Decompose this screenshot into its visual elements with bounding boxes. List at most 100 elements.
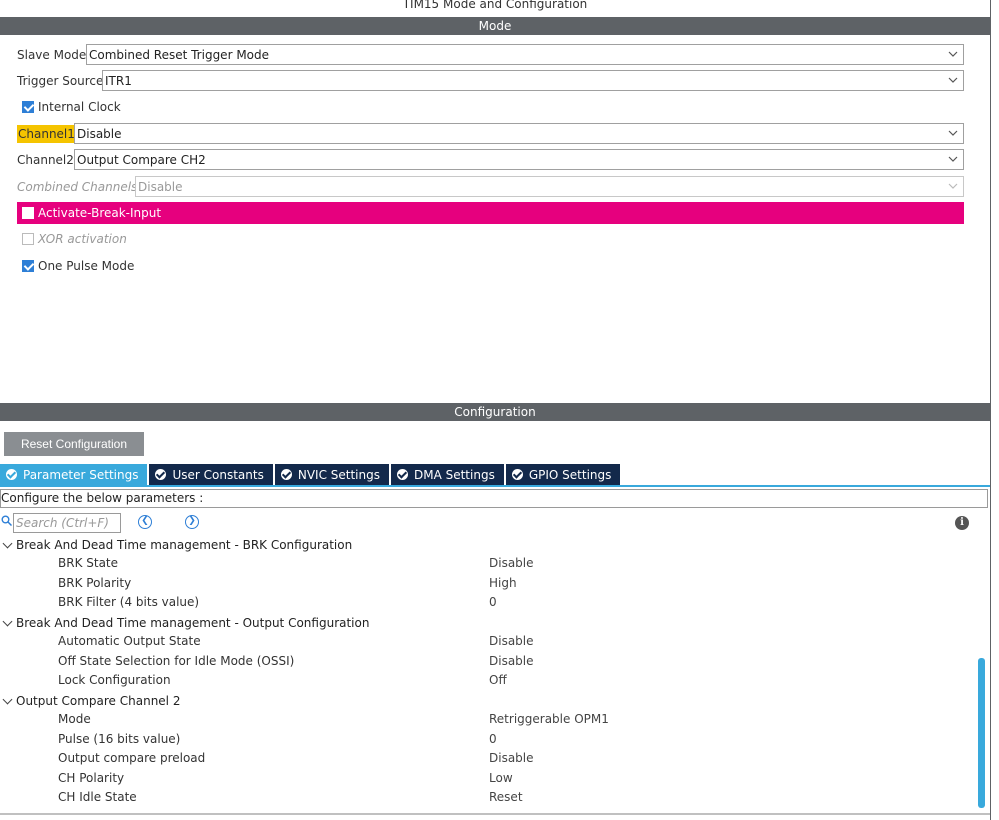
tree-chevron-icon[interactable] <box>2 695 16 707</box>
config-description: Configure the below parameters : <box>0 489 988 508</box>
tree-chevron-icon[interactable] <box>2 617 16 629</box>
activate-break-input-row[interactable]: Activate-Break-Input <box>17 202 964 224</box>
xor-activation-label: XOR activation <box>38 232 127 246</box>
check-circle-icon <box>396 469 408 480</box>
activate-break-input-checkbox[interactable] <box>22 207 34 219</box>
window-title: TIM15 Mode and Configuration <box>402 0 588 11</box>
param-value[interactable]: Retriggerable OPM1 <box>489 710 609 729</box>
combined-channels-value: Disable <box>138 179 183 194</box>
combined-channels-select: Disable <box>135 176 964 197</box>
check-circle-icon <box>155 469 167 480</box>
slave-mode-label: Slave Mode <box>17 48 87 62</box>
tree-group[interactable]: Output Compare Channel 2 <box>0 691 180 710</box>
chevron-down-icon <box>948 77 958 83</box>
slave-mode-select[interactable]: Combined Reset Trigger Mode <box>86 44 964 65</box>
channel2-value: Output Compare CH2 <box>77 152 206 167</box>
trigger-source-label: Trigger Source <box>17 74 104 88</box>
param-value[interactable]: Disable <box>489 652 534 671</box>
param-value[interactable]: Disable <box>489 632 534 651</box>
tab-label: Parameter Settings <box>23 467 139 482</box>
tree-group-title: Break And Dead Time management - BRK Con… <box>16 537 353 552</box>
param-value[interactable]: Disable <box>489 554 534 573</box>
xor-activation-row: XOR activation <box>22 229 127 249</box>
one-pulse-mode-row[interactable]: One Pulse Mode <box>22 256 134 276</box>
channel1-select[interactable]: Disable <box>74 123 964 144</box>
check-circle-icon <box>511 469 523 480</box>
parameter-tree: Break And Dead Time management - BRK Con… <box>0 535 976 810</box>
trigger-source-value: ITR1 <box>105 73 132 88</box>
scrollbar-thumb[interactable] <box>978 658 985 808</box>
search-input[interactable] <box>13 513 121 533</box>
tree-group-title: Break And Dead Time management - Output … <box>16 615 370 630</box>
channel2-row: Channel2 <box>17 149 76 171</box>
reset-configuration-button[interactable]: Reset Configuration <box>4 432 144 456</box>
param-value[interactable]: High <box>489 574 517 593</box>
arrow-left-circle-icon[interactable]: ❮ <box>138 515 152 529</box>
tab-label: NVIC Settings <box>297 467 380 482</box>
window-title-strip: TIM15 Mode and Configuration ▶ <box>0 0 999 17</box>
tab-gpio-settings[interactable]: GPIO Settings <box>505 464 623 485</box>
trigger-source-row: Trigger Source <box>17 70 105 92</box>
channel1-label: Channel1 <box>17 125 76 143</box>
one-pulse-mode-checkbox[interactable] <box>22 260 34 272</box>
param-name[interactable]: Mode <box>58 710 91 729</box>
param-value[interactable]: 0 <box>489 593 497 612</box>
tab-underline <box>0 485 990 487</box>
tab-nvic-settings[interactable]: NVIC Settings <box>274 464 391 485</box>
chevron-down-icon <box>948 51 958 57</box>
tree-group-title: Output Compare Channel 2 <box>16 693 181 708</box>
tab-user-constants[interactable]: User Constants <box>149 464 275 485</box>
xor-activation-checkbox <box>22 233 34 245</box>
config-tabs: Parameter Settings User Constants NVIC S… <box>0 464 623 486</box>
activate-break-input-label: Activate-Break-Input <box>38 206 162 220</box>
param-name[interactable]: CH Polarity <box>58 769 124 788</box>
channel1-value: Disable <box>77 126 122 141</box>
param-value[interactable]: 0 <box>489 730 497 749</box>
channel2-label: Channel2 <box>17 153 74 167</box>
param-value[interactable]: Off <box>489 671 507 690</box>
one-pulse-mode-label: One Pulse Mode <box>38 259 135 273</box>
right-panel-edge <box>990 0 999 820</box>
param-name[interactable]: Automatic Output State <box>58 632 201 651</box>
param-value[interactable]: Reset <box>489 788 523 807</box>
slave-mode-value: Combined Reset Trigger Mode <box>89 47 270 62</box>
configuration-header: Configuration <box>0 403 990 421</box>
bottom-border <box>0 813 990 815</box>
param-name[interactable]: BRK State <box>58 554 118 573</box>
tree-chevron-icon[interactable] <box>2 539 16 551</box>
internal-clock-checkbox[interactable] <box>22 101 34 113</box>
tree-group[interactable]: Break And Dead Time management - Output … <box>0 613 369 632</box>
internal-clock-label: Internal Clock <box>38 100 121 114</box>
search-icon <box>1 515 12 526</box>
tab-dma-settings[interactable]: DMA Settings <box>390 464 506 485</box>
param-name[interactable]: Output compare preload <box>58 749 205 768</box>
combined-channels-label: Combined Channels <box>17 180 138 194</box>
info-icon[interactable]: i <box>955 516 969 530</box>
tab-label: DMA Settings <box>413 467 495 482</box>
tab-label: User Constants <box>172 467 264 482</box>
check-circle-icon <box>280 469 292 480</box>
channel1-row: Channel1 <box>17 123 76 145</box>
search-row: ❮ ❯ <box>0 512 990 534</box>
mode-header: Mode <box>0 17 990 35</box>
param-value[interactable]: Low <box>489 769 513 788</box>
param-name[interactable]: BRK Polarity <box>58 574 131 593</box>
tree-group[interactable]: Break And Dead Time management - BRK Con… <box>0 535 352 554</box>
param-name[interactable]: Pulse (16 bits value) <box>58 730 180 749</box>
tab-label: GPIO Settings <box>528 467 612 482</box>
channel2-select[interactable]: Output Compare CH2 <box>74 149 964 170</box>
param-name[interactable]: Off State Selection for Idle Mode (OSSI) <box>58 652 294 671</box>
trigger-source-select[interactable]: ITR1 <box>102 70 964 91</box>
check-circle-icon <box>6 469 17 480</box>
tab-parameter-settings[interactable]: Parameter Settings <box>0 464 150 485</box>
slave-mode-row: Slave Mode <box>17 44 88 66</box>
chevron-down-icon <box>948 183 958 189</box>
param-name[interactable]: BRK Filter (4 bits value) <box>58 593 199 612</box>
param-value[interactable]: Disable <box>489 749 534 768</box>
combined-channels-row: Combined Channels <box>17 176 139 198</box>
param-name[interactable]: CH Idle State <box>58 788 137 807</box>
arrow-right-circle-icon[interactable]: ❯ <box>185 515 199 529</box>
param-name[interactable]: Lock Configuration <box>58 671 171 690</box>
internal-clock-row[interactable]: Internal Clock <box>22 97 121 117</box>
chevron-down-icon <box>948 156 958 162</box>
